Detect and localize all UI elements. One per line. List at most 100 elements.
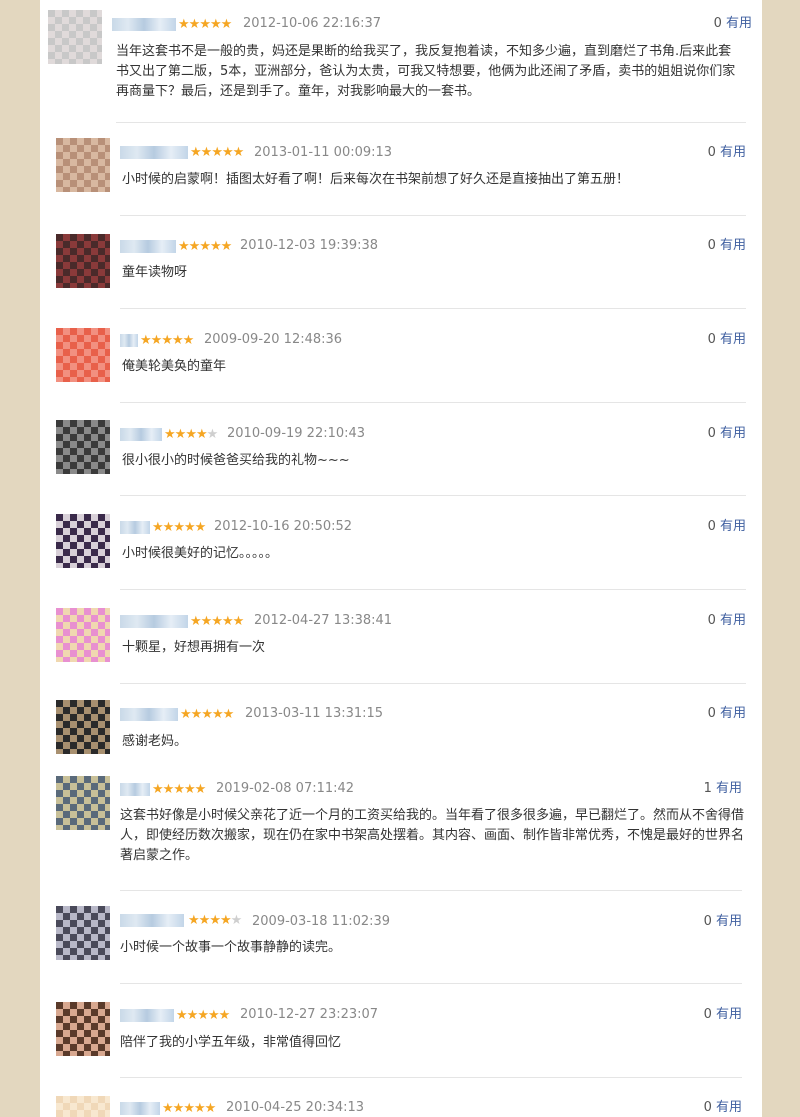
star-filled-icon: ★ xyxy=(199,17,211,32)
rating-stars: ★★★★★ xyxy=(178,239,232,254)
username[interactable] xyxy=(120,334,138,347)
star-filled-icon: ★ xyxy=(188,17,201,32)
review-comment: 小时候很美好的记忆。。。。。 xyxy=(122,546,279,561)
useful-label: 有用 xyxy=(719,426,746,441)
star-filled-icon: ★ xyxy=(201,707,213,722)
star-filled-icon: ★ xyxy=(221,614,234,629)
useful-count[interactable]: 0 有用 xyxy=(714,16,752,32)
useful-label: 有用 xyxy=(719,145,746,160)
username[interactable] xyxy=(120,428,162,441)
divider xyxy=(120,683,746,684)
review-comment: 俺美轮美奂的童年 xyxy=(122,359,227,374)
review-date: 2012-10-16 20:50:52 xyxy=(214,519,353,534)
star-filled-icon: ★ xyxy=(219,913,232,928)
star-filled-icon: ★ xyxy=(173,782,185,797)
rating-stars: ★★★★★ xyxy=(188,913,243,928)
star-filled-icon: ★ xyxy=(171,333,184,348)
useful-count[interactable]: 0 有用 xyxy=(708,426,746,442)
review-list: ★★★★★ 2012-10-06 22:16:37 0 有用 当年这套书不是一般… xyxy=(40,0,762,1117)
star-filled-icon: ★ xyxy=(211,145,223,160)
avatar[interactable] xyxy=(56,700,110,754)
review-comment: 这套书好像是小时候父亲花了近一个月的工资买给我的。当年看了很多很多遍，早已翻烂了… xyxy=(120,808,745,863)
review-comment: 当年这套书不是一般的贵，妈还是果断的给我买了，我反复抱着读，不知多少遍，直到磨烂… xyxy=(116,44,736,99)
useful-label: 有用 xyxy=(715,1100,742,1115)
star-filled-icon: ★ xyxy=(209,239,222,254)
avatar[interactable] xyxy=(56,514,110,568)
username[interactable] xyxy=(120,1009,174,1022)
username[interactable] xyxy=(120,914,184,927)
avatar[interactable] xyxy=(56,1002,110,1056)
rating-stars: ★★★★★ xyxy=(180,707,235,722)
star-filled-icon: ★ xyxy=(200,145,213,160)
useful-count[interactable]: 0 有用 xyxy=(708,238,746,254)
useful-count[interactable]: 0 有用 xyxy=(704,1007,742,1023)
useful-number: 0 xyxy=(707,332,716,347)
avatar[interactable] xyxy=(56,138,110,192)
rating-stars: ★★★★★ xyxy=(178,17,232,32)
username[interactable] xyxy=(112,18,176,31)
avatar[interactable] xyxy=(56,328,110,382)
avatar[interactable] xyxy=(56,906,110,960)
rating-stars: ★★★★★ xyxy=(190,145,244,160)
useful-count[interactable]: 0 有用 xyxy=(708,706,746,722)
username[interactable] xyxy=(120,240,176,253)
review-date: 2009-09-20 12:48:36 xyxy=(204,332,343,347)
avatar[interactable] xyxy=(56,608,110,662)
star-filled-icon: ★ xyxy=(164,427,176,442)
star-filled-icon: ★ xyxy=(194,520,207,535)
useful-count[interactable]: 0 有用 xyxy=(708,145,746,161)
username[interactable] xyxy=(120,615,188,628)
useful-count[interactable]: 1 有用 xyxy=(704,781,742,797)
username[interactable] xyxy=(120,521,150,534)
useful-count[interactable]: 0 有用 xyxy=(704,914,742,930)
avatar[interactable] xyxy=(56,420,110,474)
avatar[interactable] xyxy=(48,10,102,64)
star-filled-icon: ★ xyxy=(174,427,187,442)
useful-label: 有用 xyxy=(719,238,746,253)
review-date: 2010-09-19 22:10:43 xyxy=(227,426,366,441)
review-comment: 很小很小的时候爸爸买给我的礼物~~~ xyxy=(122,453,350,468)
review-date: 2010-04-25 20:34:13 xyxy=(226,1100,365,1115)
star-filled-icon: ★ xyxy=(197,1008,209,1023)
review-comment: 感谢老妈。 xyxy=(122,734,188,749)
useful-count[interactable]: 0 有用 xyxy=(704,1100,742,1116)
useful-count[interactable]: 0 有用 xyxy=(708,332,746,348)
useful-label: 有用 xyxy=(715,914,742,929)
star-filled-icon: ★ xyxy=(209,17,222,32)
useful-number: 1 xyxy=(703,781,712,796)
divider xyxy=(120,495,746,496)
useful-number: 0 xyxy=(707,706,716,721)
star-filled-icon: ★ xyxy=(183,1101,195,1116)
star-filled-icon: ★ xyxy=(207,1008,220,1023)
useful-number: 0 xyxy=(707,238,716,253)
avatar[interactable] xyxy=(56,234,110,288)
useful-label: 有用 xyxy=(725,16,752,31)
username[interactable] xyxy=(120,708,178,721)
avatar[interactable] xyxy=(56,1096,110,1117)
star-empty-icon: ★ xyxy=(230,913,243,928)
star-filled-icon: ★ xyxy=(152,520,164,535)
useful-number: 0 xyxy=(713,16,722,31)
review-date: 2012-10-06 22:16:37 xyxy=(243,16,382,31)
useful-label: 有用 xyxy=(719,706,746,721)
review-date: 2013-03-11 13:31:15 xyxy=(245,706,384,721)
star-filled-icon: ★ xyxy=(178,239,190,254)
useful-number: 0 xyxy=(703,1100,712,1115)
star-filled-icon: ★ xyxy=(188,913,200,928)
review-date: 2012-04-27 13:38:41 xyxy=(254,613,393,628)
useful-count[interactable]: 0 有用 xyxy=(708,613,746,629)
star-filled-icon: ★ xyxy=(161,333,173,348)
avatar[interactable] xyxy=(56,776,110,830)
star-filled-icon: ★ xyxy=(222,707,235,722)
review-date: 2013-01-11 00:09:13 xyxy=(254,145,393,160)
useful-count[interactable]: 0 有用 xyxy=(708,519,746,535)
review-comment: 十颗星，好想再拥有一次 xyxy=(122,640,266,655)
username[interactable] xyxy=(120,783,150,796)
star-filled-icon: ★ xyxy=(200,614,213,629)
username[interactable] xyxy=(120,146,188,159)
username[interactable] xyxy=(120,1102,160,1115)
star-filled-icon: ★ xyxy=(190,614,202,629)
divider xyxy=(120,589,746,590)
star-filled-icon: ★ xyxy=(193,1101,206,1116)
useful-number: 0 xyxy=(707,519,716,534)
